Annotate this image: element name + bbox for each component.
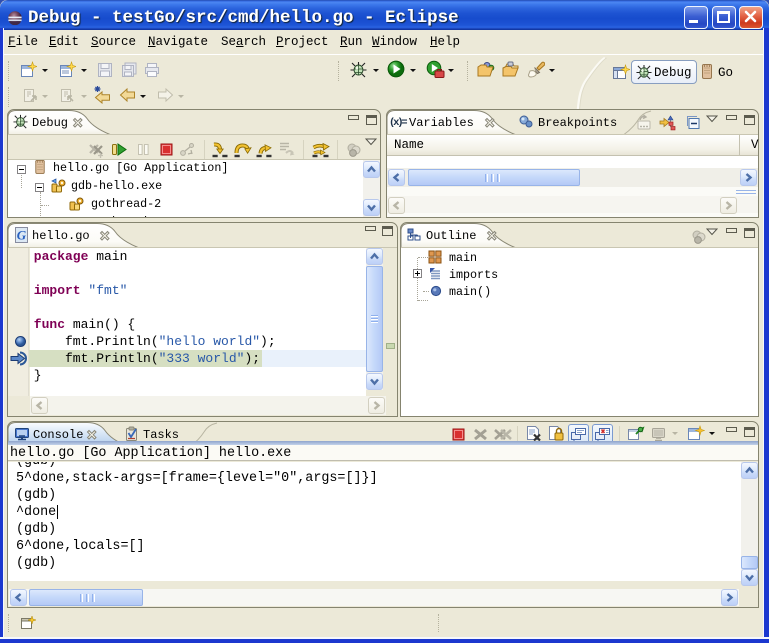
svg-text:G: G — [17, 228, 27, 243]
